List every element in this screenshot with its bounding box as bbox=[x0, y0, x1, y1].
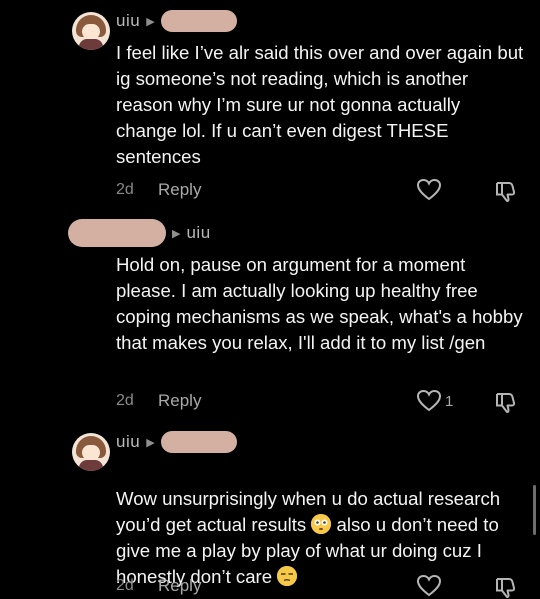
author-name[interactable]: uiu bbox=[116, 432, 140, 452]
comment-text: I feel like I’ve alr said this over and … bbox=[116, 42, 524, 167]
avatar-face bbox=[82, 445, 100, 461]
reply-arrow-icon: ▶ bbox=[146, 436, 155, 449]
comment-date: 2d bbox=[116, 577, 134, 594]
author-name[interactable]: uiu bbox=[116, 11, 140, 31]
comment-text: Wow unsurprisingly when u do actual rese… bbox=[116, 460, 526, 590]
author-row: ▶ uiu bbox=[68, 219, 211, 247]
comment-meta: 2d Reply bbox=[116, 389, 201, 413]
thumbs-down-icon[interactable] bbox=[494, 575, 518, 599]
author-row: uiu ▶ bbox=[116, 431, 237, 453]
comment-1: uiu ▶ I feel like I’ve alr said this ove… bbox=[0, 0, 540, 210]
reply-to-name[interactable]: uiu bbox=[186, 223, 210, 243]
redacted-username bbox=[160, 431, 237, 453]
scrollbar[interactable] bbox=[533, 485, 536, 535]
redacted-username bbox=[160, 10, 237, 32]
reply-arrow-icon: ▶ bbox=[172, 227, 181, 240]
avatar-face bbox=[82, 24, 100, 40]
comment-meta: 2d Reply bbox=[116, 178, 201, 202]
unamused-face-emoji bbox=[277, 566, 298, 586]
flushed-face-emoji bbox=[311, 514, 332, 534]
redacted-username bbox=[68, 219, 166, 247]
like-count: 1 bbox=[445, 393, 454, 410]
avatar[interactable] bbox=[72, 433, 110, 471]
comment-date: 2d bbox=[116, 181, 134, 198]
comment-3: uiu ▶ Wow unsurprisingly when u do actua… bbox=[0, 425, 540, 598]
heart-outline-icon[interactable] bbox=[416, 178, 442, 202]
thumbs-down-icon[interactable] bbox=[494, 179, 518, 203]
comment-meta: 2d Reply bbox=[116, 574, 201, 598]
thumbs-down-icon[interactable] bbox=[494, 390, 518, 414]
avatar[interactable] bbox=[72, 12, 110, 50]
author-row: uiu ▶ bbox=[116, 10, 237, 32]
heart-outline-icon[interactable] bbox=[416, 574, 442, 598]
reply-button[interactable]: Reply bbox=[158, 576, 201, 596]
avatar-body bbox=[79, 39, 103, 50]
avatar-body bbox=[79, 460, 103, 471]
comment-date: 2d bbox=[116, 392, 134, 409]
comment-text: Hold on, pause on argument for a moment … bbox=[116, 254, 523, 353]
heart-outline-icon[interactable] bbox=[416, 389, 442, 413]
comment-2: ▶ uiu Hold on, pause on argument for a m… bbox=[0, 210, 540, 425]
reply-button[interactable]: Reply bbox=[158, 180, 201, 200]
reply-button[interactable]: Reply bbox=[158, 391, 201, 411]
reply-arrow-icon: ▶ bbox=[146, 15, 155, 28]
